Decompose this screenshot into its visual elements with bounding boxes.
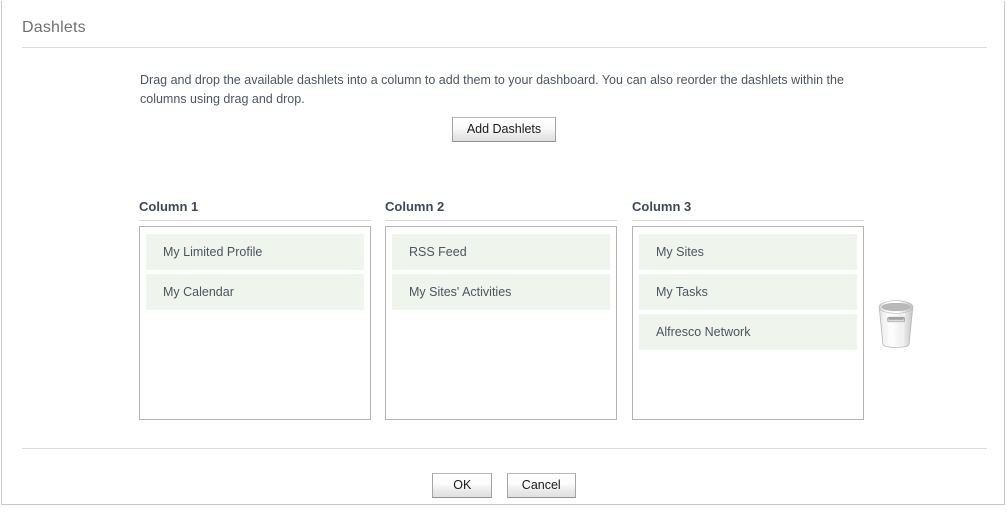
ok-button[interactable]: OK	[432, 473, 493, 498]
footer-actions: OK Cancel	[2, 473, 1006, 498]
dashlet-item[interactable]: Alfresco Network	[639, 314, 857, 350]
column-1-title: Column 1	[139, 199, 199, 214]
footer-divider	[22, 448, 987, 449]
column-1: Column 1 My Limited Profile My Calendar	[139, 199, 371, 420]
column-1-dropzone[interactable]: My Limited Profile My Calendar	[139, 226, 371, 420]
add-dashlets-button[interactable]: Add Dashlets	[451, 117, 557, 142]
add-dashlets-toolbar: Add Dashlets	[2, 117, 1006, 142]
dashlet-item[interactable]: My Tasks	[639, 274, 857, 310]
column-1-title-divider	[139, 220, 371, 221]
column-2-title-divider	[385, 220, 617, 221]
dashlet-item[interactable]: My Limited Profile	[146, 234, 364, 270]
page-title: Dashlets	[22, 19, 86, 36]
column-3: Column 3 My Sites My Tasks Alfresco Netw…	[632, 199, 864, 420]
column-3-dropzone[interactable]: My Sites My Tasks Alfresco Network	[632, 226, 864, 420]
dashlet-item[interactable]: My Calendar	[146, 274, 364, 310]
instructions-text: Drag and drop the available dashlets int…	[140, 73, 844, 106]
column-2: Column 2 RSS Feed My Sites' Activities	[385, 199, 617, 420]
column-2-title: Column 2	[385, 199, 445, 214]
column-2-dropzone[interactable]: RSS Feed My Sites' Activities	[385, 226, 617, 420]
columns-container: Column 1 My Limited Profile My Calendar …	[139, 199, 869, 424]
dashlet-item[interactable]: My Sites	[639, 234, 857, 270]
dashlet-item[interactable]: RSS Feed	[392, 234, 610, 270]
column-3-title: Column 3	[632, 199, 692, 214]
title-bar: Dashlets	[22, 18, 987, 48]
title-divider	[22, 47, 987, 48]
cancel-button[interactable]: Cancel	[506, 473, 576, 498]
column-3-title-divider	[632, 220, 864, 221]
dashlets-config-page: Dashlets Drag and drop the available das…	[1, 1, 1005, 505]
trash-can-icon[interactable]	[874, 298, 918, 348]
dashlet-item[interactable]: My Sites' Activities	[392, 274, 610, 310]
